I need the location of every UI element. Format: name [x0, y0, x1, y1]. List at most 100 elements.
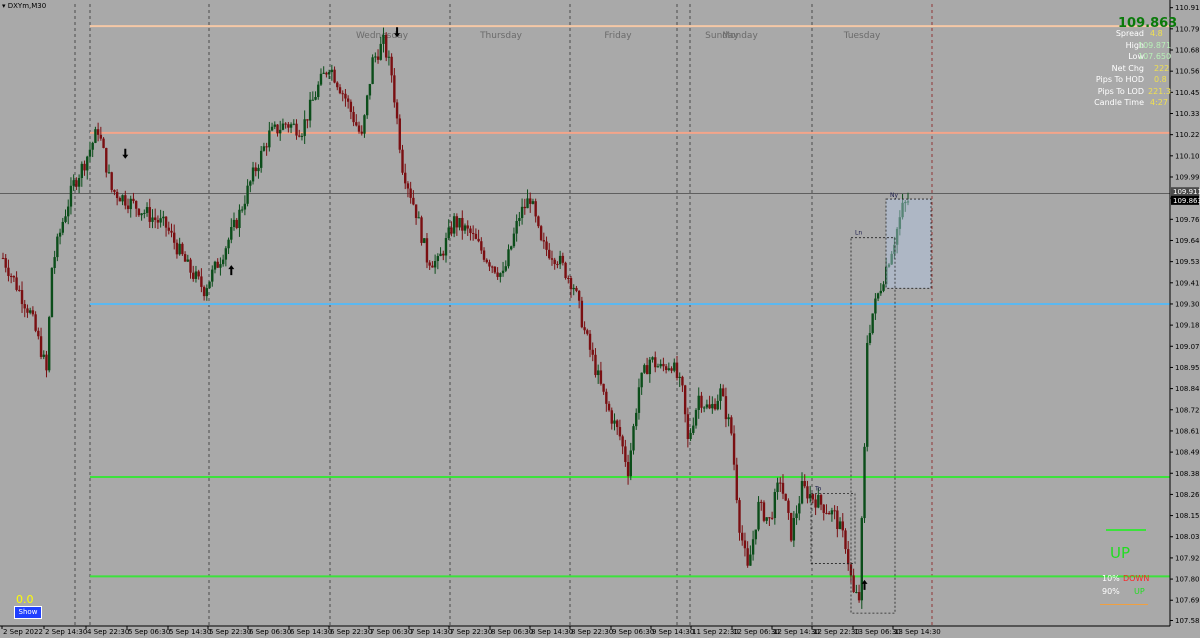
candle-body[interactable] — [181, 243, 184, 255]
candle-body[interactable] — [580, 300, 584, 328]
candle-body[interactable] — [42, 354, 45, 357]
candle-body[interactable] — [721, 388, 725, 397]
candle-body[interactable] — [749, 554, 752, 566]
candle-body[interactable] — [838, 521, 842, 530]
candle-body[interactable] — [760, 501, 763, 503]
candle-body[interactable] — [857, 592, 861, 601]
candle-body[interactable] — [257, 167, 260, 172]
candle-body[interactable] — [338, 87, 342, 94]
candle-body[interactable] — [708, 404, 711, 409]
candle-body[interactable] — [439, 253, 442, 257]
candle-body[interactable] — [461, 217, 464, 231]
candle-body[interactable] — [238, 209, 241, 229]
candle-body[interactable] — [447, 227, 450, 239]
candle-body[interactable] — [67, 206, 70, 217]
candle-body[interactable] — [800, 481, 804, 504]
candle-body[interactable] — [675, 362, 679, 378]
candle-body[interactable] — [640, 372, 643, 388]
candle-body[interactable] — [825, 512, 828, 514]
candle-body[interactable] — [558, 255, 562, 265]
candle-body[interactable] — [113, 189, 116, 192]
candle-body[interactable] — [537, 216, 540, 227]
candle-body[interactable] — [779, 482, 782, 484]
candle-body[interactable] — [401, 149, 404, 173]
candle-body[interactable] — [501, 270, 505, 274]
candle-body[interactable] — [849, 564, 853, 576]
candle-body[interactable] — [129, 198, 132, 210]
candle-body[interactable] — [319, 73, 323, 85]
candle-body[interactable] — [444, 238, 448, 256]
candle-body[interactable] — [683, 385, 687, 415]
candle-body[interactable] — [860, 518, 863, 601]
candle-body[interactable] — [787, 500, 790, 513]
candle-body[interactable] — [205, 288, 209, 297]
candle-body[interactable] — [852, 575, 855, 593]
candle-body[interactable] — [384, 34, 388, 58]
candle-body[interactable] — [455, 216, 459, 228]
candle-body[interactable] — [607, 403, 611, 411]
candle-body[interactable] — [694, 409, 698, 426]
candle-body[interactable] — [716, 400, 719, 410]
candle-body[interactable] — [91, 142, 94, 150]
candle-body[interactable] — [153, 217, 157, 220]
candle-body[interactable] — [39, 336, 43, 357]
candle-body[interactable] — [605, 391, 608, 404]
candle-body[interactable] — [751, 539, 755, 555]
candle-body[interactable] — [719, 388, 722, 401]
candle-body[interactable] — [667, 368, 671, 371]
candle-body[interactable] — [520, 206, 524, 219]
candle-body[interactable] — [349, 101, 353, 112]
candle-body[interactable] — [425, 238, 429, 263]
candle-body[interactable] — [556, 264, 559, 266]
show-button[interactable]: Show — [14, 606, 42, 619]
candle-body[interactable] — [276, 124, 279, 134]
candle-body[interactable] — [360, 131, 363, 134]
candle-body[interactable] — [822, 504, 825, 513]
candle-body[interactable] — [757, 501, 760, 530]
candle-body[interactable] — [700, 395, 703, 408]
candle-body[interactable] — [325, 72, 328, 75]
candle-body[interactable] — [526, 198, 529, 209]
candle-body[interactable] — [713, 403, 717, 410]
candle-body[interactable] — [480, 241, 483, 251]
candle-body[interactable] — [175, 242, 179, 255]
candle-body[interactable] — [365, 95, 369, 116]
candle-body[interactable] — [847, 549, 850, 565]
candle-body[interactable] — [876, 293, 880, 299]
candle-body[interactable] — [107, 172, 111, 174]
candle-body[interactable] — [230, 227, 233, 240]
candle-body[interactable] — [730, 417, 733, 434]
candle-body[interactable] — [164, 216, 168, 228]
candle-body[interactable] — [227, 239, 230, 249]
candle-body[interactable] — [412, 197, 415, 205]
candle-body[interactable] — [322, 72, 325, 74]
candle-body[interactable] — [738, 500, 741, 533]
candle-body[interactable] — [355, 122, 358, 126]
candle-body[interactable] — [792, 518, 796, 541]
candle-body[interactable] — [866, 342, 869, 447]
candle-body[interactable] — [221, 259, 225, 265]
candle-body[interactable] — [235, 219, 238, 229]
candle-body[interactable] — [879, 290, 883, 294]
candle-body[interactable] — [724, 396, 728, 420]
candle-body[interactable] — [240, 209, 244, 211]
candle-body[interactable] — [279, 129, 282, 134]
candle-body[interactable] — [798, 503, 801, 514]
candle-body[interactable] — [656, 366, 660, 368]
candle-body[interactable] — [289, 124, 293, 128]
candle-body[interactable] — [162, 216, 165, 219]
candle-body[interactable] — [126, 205, 130, 210]
candle-body[interactable] — [702, 407, 706, 409]
candle-body[interactable] — [137, 208, 141, 216]
candle-body[interactable] — [48, 317, 51, 371]
candle-body[interactable] — [72, 180, 75, 186]
candle-body[interactable] — [732, 433, 736, 465]
candle-body[interactable] — [529, 198, 532, 204]
candle-body[interactable] — [768, 517, 771, 519]
dropdown-icon[interactable]: ▾ — [2, 2, 6, 10]
candle-body[interactable] — [466, 225, 469, 229]
candle-body[interactable] — [224, 248, 228, 260]
candle-body[interactable] — [404, 172, 407, 184]
candle-body[interactable] — [789, 512, 793, 541]
candle-body[interactable] — [363, 115, 366, 134]
